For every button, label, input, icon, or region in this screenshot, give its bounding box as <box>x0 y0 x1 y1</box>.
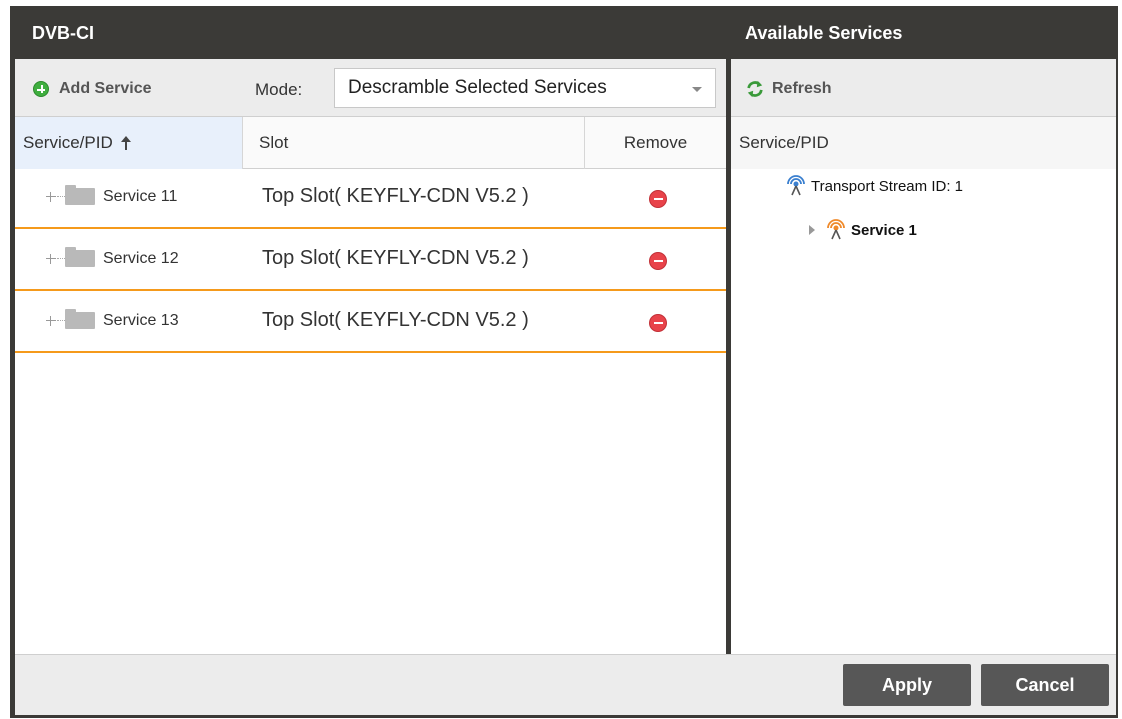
right-toolbar: Refresh <box>731 59 1116 117</box>
dvb-ci-panel: Add Service Mode: Descramble Selected Se… <box>15 59 726 654</box>
column-header-slot-label: Slot <box>259 133 289 152</box>
folder-icon <box>65 309 95 329</box>
column-header-available-label: Service/PID <box>739 133 829 152</box>
service-name: Service 11 <box>103 188 178 205</box>
dialog-title: DVB-CI <box>32 23 94 43</box>
sort-ascending-icon <box>120 136 131 150</box>
slot-value: Top Slot( KEYFLY-CDN V5.2 ) <box>262 309 529 331</box>
apply-button[interactable]: Apply <box>843 664 971 706</box>
refresh-button[interactable]: Refresh <box>746 80 832 98</box>
service-name: Service 12 <box>103 250 179 267</box>
column-header-remove: Remove <box>585 117 726 169</box>
service-name: Service 13 <box>103 312 179 329</box>
remove-icon[interactable] <box>649 190 667 208</box>
column-header-service-pid[interactable]: Service/PID <box>15 117 243 169</box>
tree-item-transport-stream[interactable]: Transport Stream ID: 1 <box>785 175 963 197</box>
tree-connector <box>57 196 65 197</box>
column-header-available-service-pid[interactable]: Service/PID <box>731 117 1116 169</box>
chevron-down-icon <box>692 87 702 92</box>
available-services-panel: Refresh Service/PID Transport Stream ID:… <box>731 59 1116 654</box>
expand-icon[interactable] <box>46 316 56 326</box>
dvb-ci-dialog: DVB-CI Available Services Add Service Mo… <box>10 6 1118 718</box>
cancel-button[interactable]: Cancel <box>981 664 1109 706</box>
title-bar: DVB-CI Available Services <box>10 6 1118 59</box>
available-services-title: Available Services <box>745 23 903 43</box>
transport-stream-label: Transport Stream ID: 1 <box>811 177 963 195</box>
tree-connector <box>57 258 65 259</box>
antenna-icon <box>787 175 805 196</box>
refresh-icon <box>747 80 763 98</box>
table-row[interactable]: Service 13 Top Slot( KEYFLY-CDN V5.2 ) <box>15 293 726 353</box>
mode-dropdown[interactable]: Descramble Selected Services <box>334 68 716 108</box>
services-grid-header: Service/PID Slot Remove <box>15 117 726 169</box>
mode-label: Mode: <box>255 80 303 99</box>
column-header-slot[interactable]: Slot <box>243 117 585 169</box>
slot-value: Top Slot( KEYFLY-CDN V5.2 ) <box>262 185 529 207</box>
add-service-button[interactable]: Add Service <box>33 79 151 99</box>
expand-arrow-icon[interactable] <box>809 225 815 235</box>
slot-value: Top Slot( KEYFLY-CDN V5.2 ) <box>262 247 529 269</box>
tree-connector <box>57 320 65 321</box>
expand-icon[interactable] <box>46 192 56 202</box>
remove-icon[interactable] <box>649 314 667 332</box>
add-service-label: Add Service <box>59 80 152 97</box>
table-row[interactable]: Service 11 Top Slot( KEYFLY-CDN V5.2 ) <box>15 169 726 229</box>
column-header-service-pid-label: Service/PID <box>23 133 113 152</box>
folder-icon <box>65 247 95 267</box>
add-icon <box>33 81 49 97</box>
expand-icon[interactable] <box>46 254 56 264</box>
column-header-remove-label: Remove <box>623 133 688 152</box>
broadcast-service-icon <box>827 219 845 240</box>
dialog-footer: Apply Cancel <box>15 654 1116 715</box>
left-toolbar: Add Service Mode: Descramble Selected Se… <box>15 59 726 117</box>
mode-value: Descramble Selected Services <box>348 77 607 98</box>
refresh-label: Refresh <box>772 80 832 97</box>
tree-item-service[interactable]: Service 1 <box>809 219 917 241</box>
remove-icon[interactable] <box>649 252 667 270</box>
service-label: Service 1 <box>851 221 917 239</box>
table-row[interactable]: Service 12 Top Slot( KEYFLY-CDN V5.2 ) <box>15 231 726 291</box>
folder-icon <box>65 185 95 205</box>
